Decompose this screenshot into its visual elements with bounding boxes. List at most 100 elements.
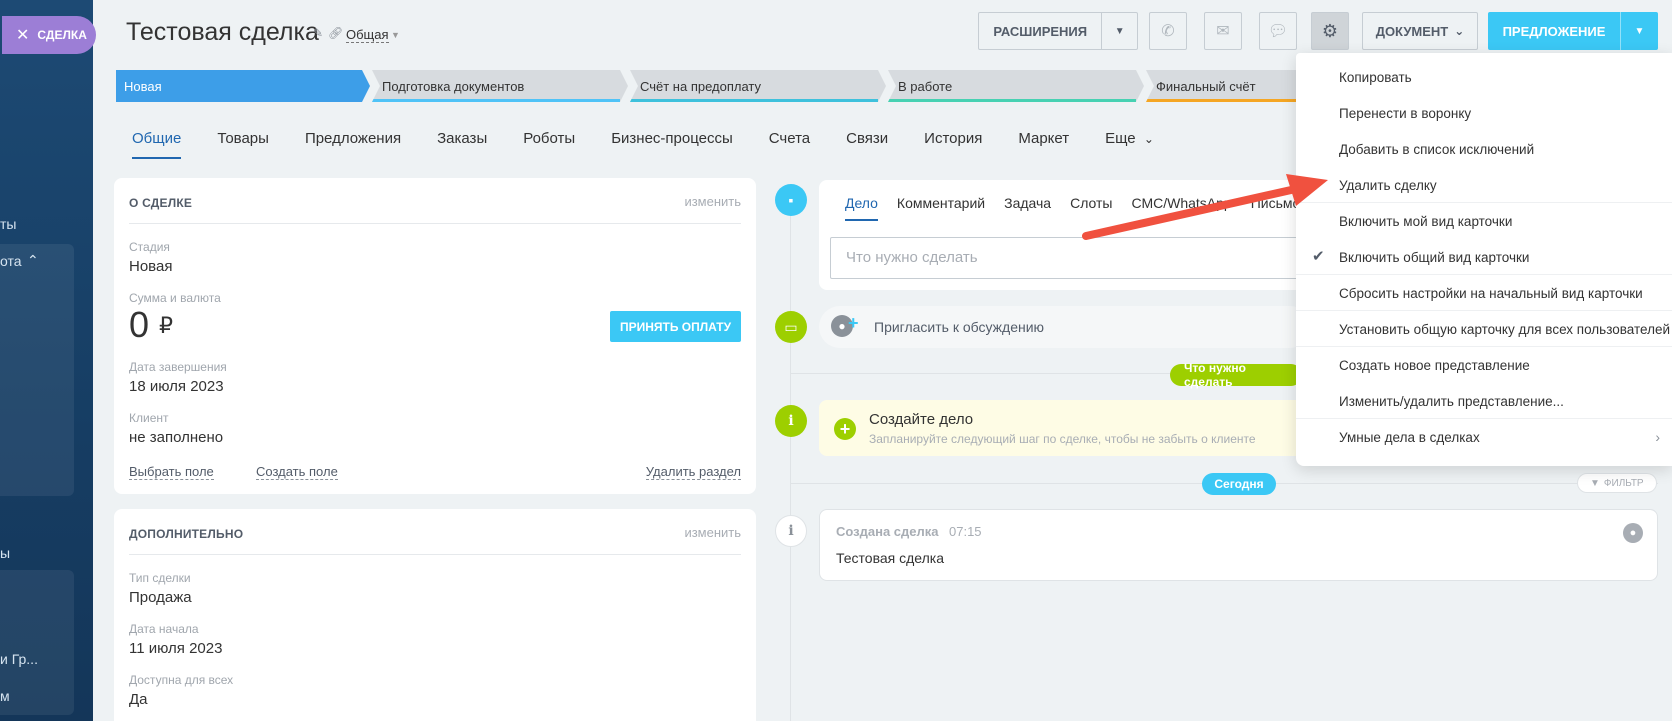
field-value: Продажа: [129, 589, 192, 606]
sidebar-text[interactable]: ота: [0, 253, 22, 269]
field-label: Тип сделки: [129, 571, 191, 585]
chat-button[interactable]: 💬︎: [1259, 12, 1297, 50]
gear-icon: ⚙: [1321, 20, 1339, 41]
offer-button[interactable]: ПРЕДЛОЖЕНИЕ ▼: [1488, 12, 1658, 50]
filter-icon: ▼: [1590, 477, 1600, 489]
field-value: не заполнено: [129, 429, 224, 446]
chevron-right-icon: ›: [1655, 429, 1660, 445]
page-title: Тестовая сделка: [126, 18, 319, 46]
plus-icon: +: [848, 313, 859, 333]
create-activity-card[interactable]: [819, 400, 1311, 456]
edit-link[interactable]: изменить: [684, 194, 741, 209]
menu-item-reset-card-view[interactable]: Сбросить настройки на начальный вид карт…: [1339, 286, 1643, 301]
mail-icon: ✉: [1216, 23, 1230, 40]
chevron-down-icon[interactable]: ▼: [1101, 13, 1137, 49]
info-dot-icon: i: [775, 515, 807, 547]
currency-symbol: ₽: [159, 313, 174, 338]
stage-prepay-invoice[interactable]: Счёт на предоплату: [630, 70, 886, 102]
tab-robots[interactable]: Роботы: [523, 130, 575, 159]
category-selector[interactable]: Общая: [346, 28, 389, 43]
info-dot-icon: i: [775, 405, 807, 437]
stage-color-bar: [888, 99, 1136, 102]
menu-item-common-card-view[interactable]: Включить общий вид карточки: [1339, 250, 1529, 265]
tab-more-label: Еще: [1105, 130, 1136, 147]
add-circle-icon[interactable]: +: [834, 418, 856, 440]
arrow-shaft: [1082, 184, 1304, 240]
timeline-line: [790, 200, 791, 721]
create-activity-title: Создайте дело: [869, 411, 974, 428]
divider: [129, 223, 741, 224]
settings-menu: Копировать Перенести в воронку Добавить …: [1296, 53, 1672, 466]
settings-button[interactable]: ⚙: [1311, 12, 1349, 50]
menu-separator: [1296, 274, 1672, 275]
today-pill: Сегодня: [1202, 473, 1276, 495]
additional-card: ДОПОЛНИТЕЛЬНО изменить Тип сделки Продаж…: [114, 509, 756, 721]
user-avatar-icon[interactable]: ●: [1623, 523, 1643, 543]
chevron-down-icon[interactable]: ▼: [1620, 12, 1658, 50]
tab-links[interactable]: Связи: [846, 130, 888, 159]
sidebar-text: ы: [0, 545, 11, 561]
close-deal-button[interactable]: ✕ СДЕЛКА: [2, 16, 96, 54]
chat-dot-icon: ▭: [775, 311, 807, 343]
tab-task[interactable]: Задача: [1004, 195, 1051, 221]
menu-item-smart-activities[interactable]: Умные дела в сделках: [1339, 430, 1480, 445]
phone-icon: ✆: [1161, 23, 1175, 40]
sidebar-text: ты: [0, 216, 17, 232]
menu-separator: [1296, 310, 1672, 311]
create-field-link[interactable]: Создать поле: [256, 464, 338, 480]
delete-section-link[interactable]: Удалить раздел: [645, 464, 741, 480]
menu-separator: [1296, 346, 1672, 347]
stage-new[interactable]: Новая: [116, 70, 370, 102]
mail-button[interactable]: ✉: [1204, 12, 1242, 50]
stage-docs[interactable]: Подготовка документов: [372, 70, 628, 102]
amount-number: 0: [129, 304, 150, 345]
document-button[interactable]: ДОКУМЕНТ ⌄: [1362, 12, 1478, 50]
menu-item-copy[interactable]: Копировать: [1339, 70, 1412, 85]
tab-history[interactable]: История: [924, 130, 982, 159]
tab-business-processes[interactable]: Бизнес-процессы: [611, 130, 733, 159]
tab-activity[interactable]: Дело: [845, 195, 878, 221]
menu-item-delete-deal[interactable]: Удалить сделку: [1339, 178, 1437, 193]
tab-market[interactable]: Маркет: [1018, 130, 1069, 159]
field-label: Доступна для всех: [129, 673, 234, 687]
event-time: 07:15: [949, 524, 982, 539]
menu-item-move-to-pipeline[interactable]: Перенести в воронку: [1339, 106, 1471, 121]
field-label: Дата начала: [129, 622, 199, 636]
tab-products[interactable]: Товары: [217, 130, 269, 159]
arrow-head: [1286, 174, 1328, 206]
tab-more[interactable]: Еще ⌄: [1105, 130, 1154, 159]
tab-orders[interactable]: Заказы: [437, 130, 487, 159]
menu-item-my-card-view[interactable]: Включить мой вид карточки: [1339, 214, 1512, 229]
stage-label: Финальный счёт: [1156, 78, 1256, 94]
tab-general[interactable]: Общие: [132, 130, 182, 159]
invite-text[interactable]: Пригласить к обсуждению: [874, 319, 1044, 335]
sidebar-text[interactable]: и Гр...: [0, 651, 38, 667]
accept-payment-button[interactable]: ПРИНЯТЬ ОПЛАТУ: [610, 311, 741, 342]
edit-link[interactable]: изменить: [684, 525, 741, 540]
menu-item-set-common-card[interactable]: Установить общую карточку для всех польз…: [1339, 322, 1670, 337]
tab-comment[interactable]: Комментарий: [897, 195, 985, 221]
field-label: Стадия: [129, 240, 170, 254]
filter-button[interactable]: ▼ ФИЛЬТР: [1577, 473, 1657, 493]
stage-label: Счёт на предоплату: [640, 78, 762, 94]
section-heading: О СДЕЛКЕ: [129, 196, 193, 210]
menu-item-edit-view[interactable]: Изменить/удалить представление...: [1339, 394, 1564, 409]
sidebar-text[interactable]: м: [0, 688, 10, 704]
about-deal-card: О СДЕЛКЕ изменить Стадия Новая Сумма и в…: [114, 178, 756, 494]
menu-item-create-view[interactable]: Создать новое представление: [1339, 358, 1530, 373]
stage-color-bar: [372, 99, 620, 102]
stage-in-progress[interactable]: В работе: [888, 70, 1144, 102]
pencil-icon[interactable]: ✎: [313, 26, 323, 40]
detail-tabs: Общие Товары Предложения Заказы Роботы Б…: [132, 130, 1154, 159]
tab-invoices[interactable]: Счета: [769, 130, 810, 159]
link-icon[interactable]: 🔗︎: [328, 26, 343, 40]
chevron-down-icon[interactable]: ▼: [391, 30, 400, 40]
menu-separator: [1296, 202, 1672, 203]
extensions-button[interactable]: РАСШИРЕНИЯ ▼: [978, 12, 1138, 50]
stage-final-invoice[interactable]: Финальный счёт: [1146, 70, 1306, 102]
sidebar-card: [0, 244, 74, 496]
tab-offers[interactable]: Предложения: [305, 130, 401, 159]
menu-item-add-to-exclusions[interactable]: Добавить в список исключений: [1339, 142, 1534, 157]
phone-button[interactable]: ✆: [1149, 12, 1187, 50]
choose-field-link[interactable]: Выбрать поле: [129, 464, 214, 480]
